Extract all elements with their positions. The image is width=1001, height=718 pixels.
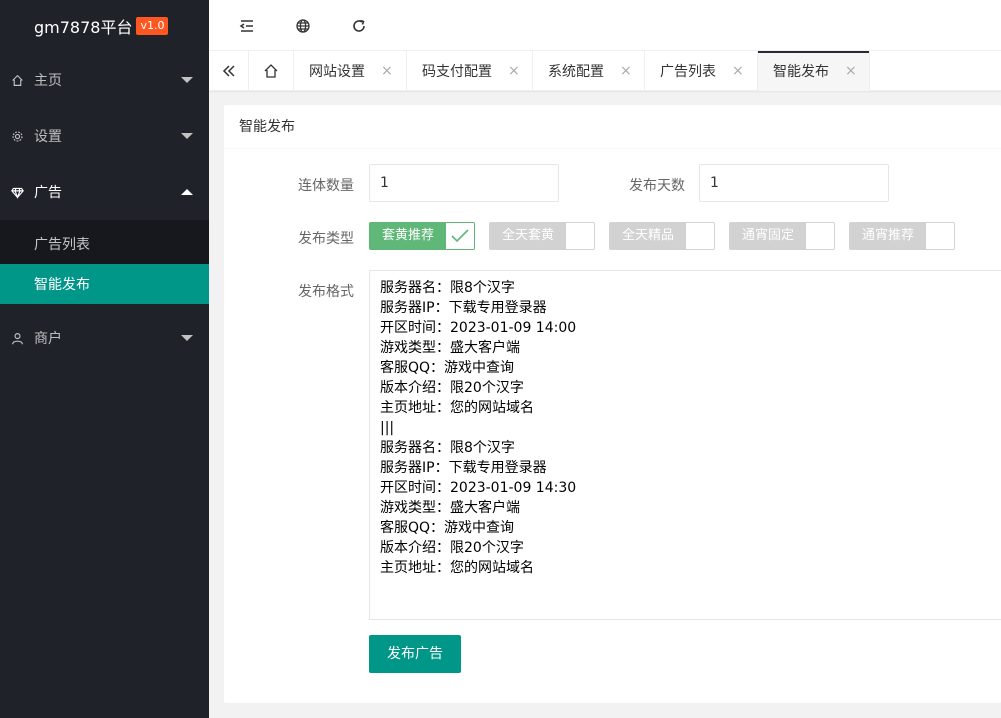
- type-switch-allday-yellow[interactable]: 全天套黄: [489, 222, 595, 250]
- brand-logo[interactable]: gm7878平台 v1.0: [0, 0, 209, 52]
- tab-bar: 网站设置 × 码支付配置 × 系统配置 × 广告列表 × 智能发布 ×: [209, 51, 1001, 91]
- sidebar-subitem-label: 智能发布: [34, 277, 90, 293]
- days-label: 发布天数: [629, 178, 685, 194]
- switch-label: 通宵推荐: [850, 223, 926, 249]
- tab-code-pay-config[interactable]: 码支付配置 ×: [407, 51, 533, 91]
- close-icon[interactable]: ×: [620, 63, 632, 79]
- tabs-scroll-left-icon[interactable]: [209, 51, 249, 91]
- sidebar-item-label: 广告: [34, 185, 62, 201]
- diamond-icon: [10, 185, 24, 199]
- sidebar-subnav-ads: 广告列表 智能发布: [0, 220, 209, 304]
- page-title: 智能发布: [224, 105, 1001, 149]
- count-label: 连体数量: [298, 178, 354, 194]
- tab-label: 网站设置: [309, 64, 365, 80]
- sidebar: gm7878平台 v1.0 主页 设置 广告 广告列表 智能发布 商户: [0, 0, 209, 718]
- brand-name: gm7878平台: [34, 18, 133, 37]
- format-textarea[interactable]: 服务器名：限8个汉字 服务器IP：下载专用登录器 开区时间：2023-01-09…: [369, 270, 1001, 620]
- type-label: 发布类型: [298, 231, 354, 247]
- type-switch-overnight-fixed[interactable]: 通宵固定: [729, 222, 835, 250]
- menu-collapse-icon[interactable]: [237, 16, 257, 36]
- close-icon[interactable]: ×: [508, 63, 520, 79]
- tab-label: 广告列表: [660, 64, 716, 80]
- close-icon[interactable]: ×: [381, 63, 393, 79]
- tab-site-settings[interactable]: 网站设置 ×: [294, 51, 407, 91]
- sidebar-subitem-ad-list[interactable]: 广告列表: [0, 224, 209, 264]
- chevron-down-icon: [181, 77, 193, 83]
- home-icon: [10, 73, 24, 87]
- tab-system-config[interactable]: 系统配置 ×: [533, 51, 645, 91]
- sidebar-item-home[interactable]: 主页: [0, 52, 209, 108]
- switch-label: 套黄推荐: [370, 223, 446, 249]
- sidebar-item-label: 主页: [34, 73, 62, 89]
- tab-smart-publish[interactable]: 智能发布 ×: [758, 51, 870, 91]
- close-icon[interactable]: ×: [732, 63, 744, 79]
- refresh-icon[interactable]: [349, 16, 369, 36]
- type-switch-allday-premium[interactable]: 全天精品: [609, 222, 715, 250]
- user-icon: [10, 331, 24, 345]
- switch-label: 全天套黄: [490, 223, 566, 249]
- format-label: 发布格式: [298, 284, 354, 300]
- count-input[interactable]: 1: [369, 164, 559, 202]
- check-icon: [446, 223, 474, 249]
- tab-label: 智能发布: [773, 64, 829, 80]
- type-switch-yellow-recommend[interactable]: 套黄推荐: [369, 222, 475, 250]
- sidebar-item-settings[interactable]: 设置: [0, 108, 209, 164]
- sidebar-item-label: 设置: [34, 129, 62, 145]
- switch-label: 全天精品: [610, 223, 686, 249]
- sidebar-item-label: 商户: [34, 331, 62, 347]
- sidebar-item-merchant[interactable]: 商户: [0, 310, 209, 366]
- sidebar-item-ads[interactable]: 广告: [0, 164, 209, 220]
- close-icon[interactable]: ×: [845, 63, 857, 79]
- tab-ad-list[interactable]: 广告列表 ×: [645, 51, 758, 91]
- publish-ad-button[interactable]: 发布广告: [369, 635, 461, 673]
- chevron-down-icon: [181, 133, 193, 139]
- publish-card: 智能发布 连体数量 1 发布天数 1 发布类型 套黄推荐 全天套黄 全天精品 通…: [224, 105, 1001, 703]
- version-badge: v1.0: [136, 17, 169, 35]
- chevron-up-icon: [181, 189, 193, 195]
- globe-icon[interactable]: [293, 16, 313, 36]
- days-input[interactable]: 1: [699, 164, 889, 202]
- type-switch-overnight-recommend[interactable]: 通宵推荐: [849, 222, 955, 250]
- sidebar-subitem-smart-publish[interactable]: 智能发布: [0, 264, 209, 304]
- chevron-down-icon: [181, 335, 193, 341]
- tab-home-icon[interactable]: [249, 51, 294, 91]
- top-header: [209, 0, 1001, 51]
- tab-label: 系统配置: [548, 64, 604, 80]
- gear-icon: [10, 129, 24, 143]
- tab-label: 码支付配置: [422, 64, 492, 80]
- switch-label: 通宵固定: [730, 223, 806, 249]
- sidebar-subitem-label: 广告列表: [34, 237, 90, 253]
